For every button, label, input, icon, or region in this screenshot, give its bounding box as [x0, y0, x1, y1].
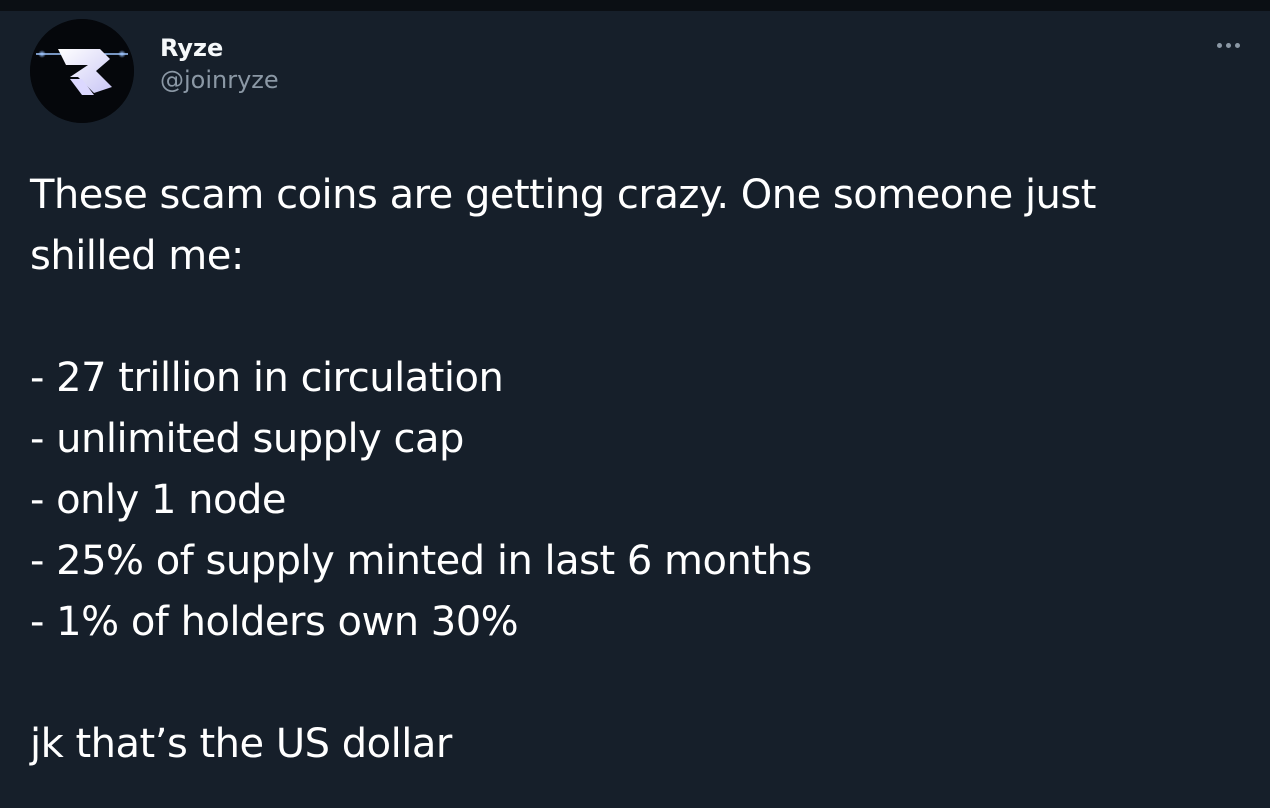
author-display-name[interactable]: Ryze	[160, 33, 279, 63]
author-info: Ryze @joinryze	[160, 33, 279, 95]
more-options-icon	[1216, 42, 1222, 48]
tweet-text-line: shilled me:	[30, 233, 244, 279]
more-options-button[interactable]	[1208, 33, 1248, 57]
more-options-icon-dot	[1225, 42, 1231, 48]
bullet-line: - 27 trillion in circulation	[30, 355, 504, 401]
ryze-logo-icon	[30, 19, 134, 123]
bullet-line: - unlimited supply cap	[30, 416, 464, 462]
tweet-text-line: These scam coins are getting crazy. One …	[30, 172, 1096, 218]
bullet-line: - 1% of holders own 30%	[30, 599, 519, 645]
author-handle[interactable]: @joinryze	[160, 65, 279, 95]
bullet-line: - only 1 node	[30, 477, 286, 523]
tweet-card: Ryze @joinryze These scam coins are gett…	[0, 11, 1270, 808]
author-avatar[interactable]	[30, 19, 134, 123]
top-edge-strip	[0, 0, 1270, 11]
more-options-icon-dot	[1234, 42, 1240, 48]
bullet-line: - 25% of supply minted in last 6 months	[30, 538, 812, 584]
punchline: jk that’s the US dollar	[30, 721, 452, 767]
tweet-text: These scam coins are getting crazy. One …	[30, 165, 1240, 775]
